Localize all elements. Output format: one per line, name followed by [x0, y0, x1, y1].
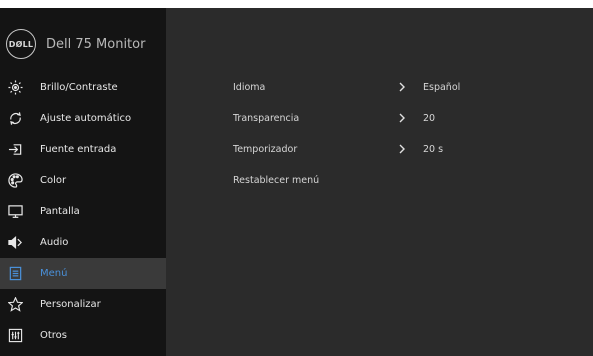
- monitor-title: Dell 75 Monitor: [46, 36, 146, 52]
- sidebar-item-label: Audio: [40, 237, 69, 248]
- menu-settings-panel: Idioma Español Transparencia 20 Temporiz…: [166, 8, 593, 356]
- sidebar-item-color[interactable]: Color: [0, 165, 166, 196]
- monitor-osd: DØLL Dell 75 Monitor Brillo/Contraste Aj…: [0, 8, 593, 356]
- menu-row-temporizador[interactable]: Temporizador 20 s: [233, 134, 573, 165]
- row-value: Español: [423, 82, 461, 93]
- sidebar-item-label: Color: [40, 175, 67, 186]
- sidebar-item-label: Pantalla: [40, 206, 80, 217]
- display-icon: [8, 204, 23, 219]
- sidebar-item-label: Otros: [40, 330, 68, 341]
- row-value: 20 s: [423, 144, 444, 155]
- sidebar-item-label: Fuente entrada: [40, 144, 117, 155]
- sidebar: DØLL Dell 75 Monitor Brillo/Contraste Aj…: [0, 8, 166, 356]
- sidebar-item-label: Personalizar: [40, 299, 101, 310]
- speaker-icon: [8, 235, 23, 250]
- auto-adjust-icon: [8, 111, 23, 126]
- sidebar-item-label: Ajuste automático: [40, 113, 132, 124]
- star-icon: [8, 297, 23, 312]
- menu-icon: [8, 266, 23, 281]
- menu-row-restablecer-menu[interactable]: Restablecer menú: [233, 165, 573, 196]
- sidebar-item-audio[interactable]: Audio: [0, 227, 166, 258]
- row-label: Idioma: [233, 82, 266, 93]
- sidebar-item-personalizar[interactable]: Personalizar: [0, 289, 166, 320]
- sidebar-nav: Brillo/Contraste Ajuste automático Fuent…: [0, 72, 166, 351]
- chevron-right-icon: [399, 82, 405, 92]
- menu-row-transparencia[interactable]: Transparencia 20: [233, 103, 573, 134]
- menu-row-idioma[interactable]: Idioma Español: [233, 72, 573, 103]
- dell-logo: DØLL: [6, 29, 36, 59]
- menu-settings-list: Idioma Español Transparencia 20 Temporiz…: [233, 72, 573, 196]
- sidebar-item-label: Menú: [40, 268, 68, 279]
- row-label: Transparencia: [233, 113, 300, 124]
- chevron-right-icon: [399, 144, 405, 154]
- input-source-icon: [8, 142, 23, 157]
- row-label: Restablecer menú: [233, 175, 320, 186]
- brightness-icon: [8, 80, 23, 95]
- others-icon: [8, 328, 23, 343]
- sidebar-item-pantalla[interactable]: Pantalla: [0, 196, 166, 227]
- sidebar-item-fuente-entrada[interactable]: Fuente entrada: [0, 134, 166, 165]
- brand: DØLL Dell 75 Monitor: [6, 28, 145, 60]
- color-palette-icon: [8, 173, 23, 188]
- sidebar-item-ajuste-automatico[interactable]: Ajuste automático: [0, 103, 166, 134]
- sidebar-item-label: Brillo/Contraste: [40, 82, 118, 93]
- chevron-right-icon: [399, 113, 405, 123]
- row-value: 20: [423, 113, 436, 124]
- sidebar-item-menu[interactable]: Menú: [0, 258, 166, 289]
- sidebar-item-brillo-contraste[interactable]: Brillo/Contraste: [0, 72, 166, 103]
- row-label: Temporizador: [233, 144, 298, 155]
- sidebar-item-otros[interactable]: Otros: [0, 320, 166, 351]
